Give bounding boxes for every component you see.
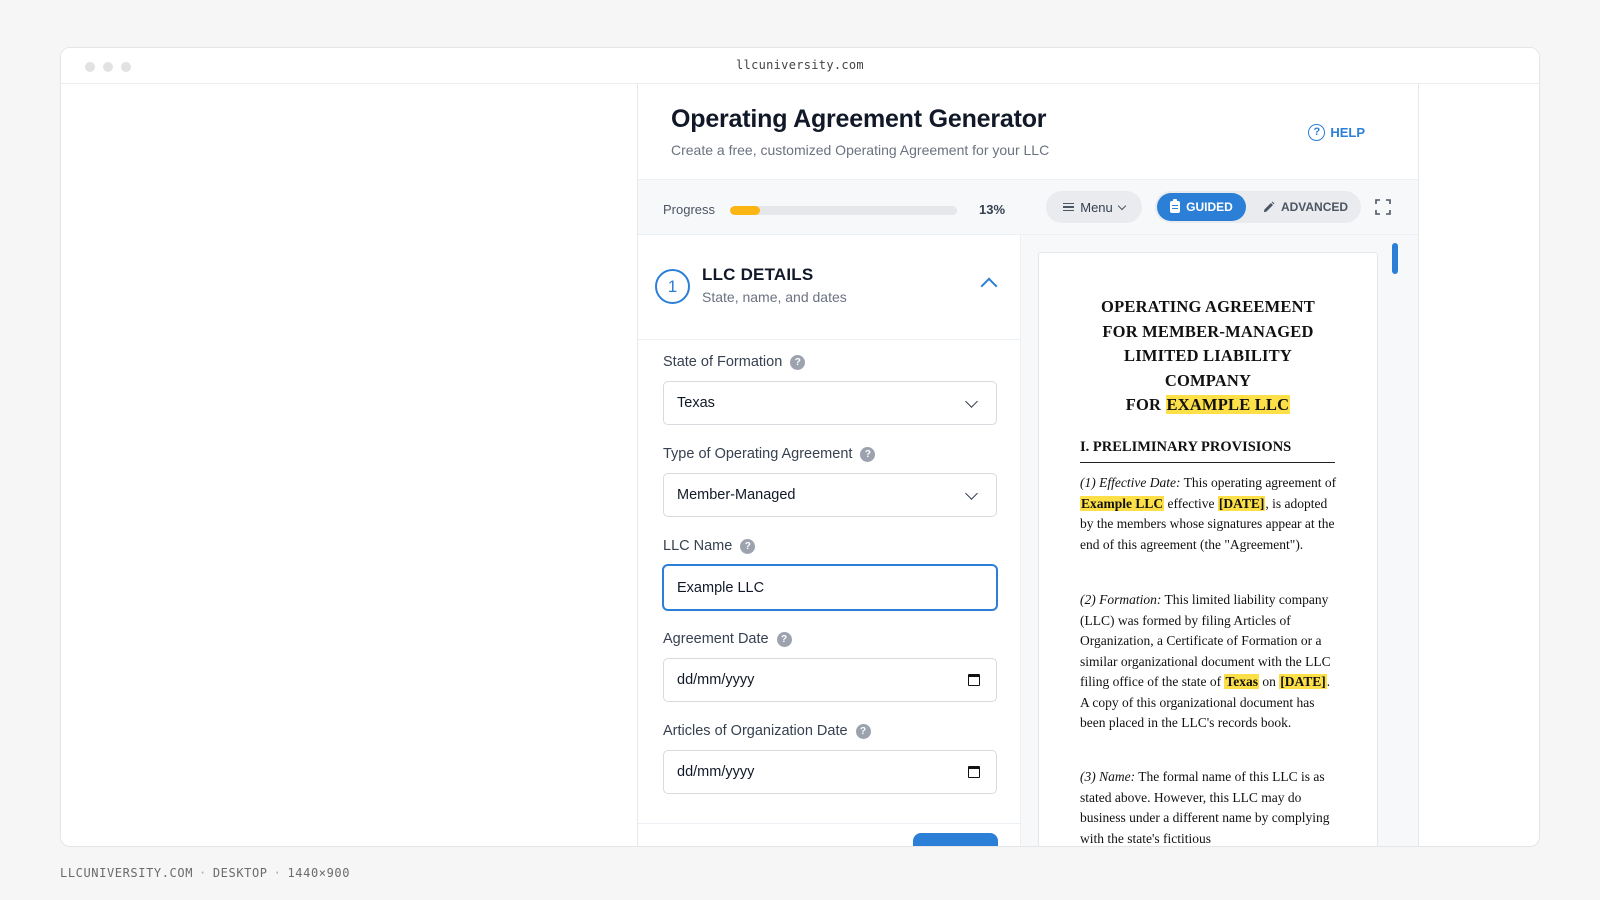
hamburger-icon: [1063, 202, 1075, 212]
agreement-type-select[interactable]: Member-Managed: [663, 473, 997, 517]
paragraph-text: effective: [1164, 495, 1218, 511]
state-select-value: Texas: [677, 395, 715, 411]
mode-guided-label: GUIDED: [1186, 200, 1233, 214]
calendar-icon[interactable]: [968, 674, 980, 686]
section-subtitle: State, name, and dates: [702, 289, 847, 305]
browser-window: llcuniversity.com Operating Agreement Ge…: [60, 47, 1540, 847]
paragraph-text: on: [1258, 674, 1280, 689]
document-title-line: OPERATING AGREEMENT: [1101, 297, 1315, 316]
browser-titlebar: llcuniversity.com: [61, 48, 1539, 84]
form-panel: 1 LLC DETAILS State, name, and dates Sta…: [638, 235, 1021, 846]
llc-name-label-text: LLC Name: [663, 538, 733, 554]
state-select[interactable]: Texas: [663, 381, 997, 425]
highlight-llc-name[interactable]: Example LLC: [1080, 495, 1165, 511]
chevron-up-icon[interactable]: [980, 277, 998, 295]
progress-bar: [730, 206, 957, 215]
help-circle-icon: ?: [1308, 124, 1326, 141]
document-title-line: COMPANY: [1164, 370, 1252, 390]
highlight-date[interactable]: [DATE]: [1279, 674, 1327, 689]
document-paragraph: (1) Effective Date: This operating agree…: [1080, 473, 1338, 555]
page-subtitle: Create a free, customized Operating Agre…: [671, 142, 1050, 158]
menu-button[interactable]: Menu: [1046, 191, 1142, 223]
pencil-icon: [1263, 201, 1275, 212]
section-header[interactable]: 1 LLC DETAILS State, name, and dates: [638, 235, 1020, 340]
question-icon[interactable]: ?: [776, 631, 792, 647]
document-scrollbar[interactable]: [1392, 243, 1398, 274]
chevron-down-icon: [1117, 201, 1127, 210]
toolbar: Progress 13% Menu GUIDED ADVANCED: [638, 180, 1418, 235]
help-label: HELP: [1330, 125, 1365, 140]
step-number: 1: [655, 269, 690, 304]
agreement-type-label: Type of Operating Agreement ?: [663, 446, 876, 462]
calendar-icon[interactable]: [968, 766, 980, 778]
next-button[interactable]: [913, 833, 998, 846]
agreement-type-value: Member-Managed: [677, 487, 796, 503]
progress-bar-fill: [730, 206, 760, 215]
chevron-down-icon: [965, 395, 978, 408]
document-title-line: FOR EXAMPLE LLC: [1039, 393, 1377, 418]
paragraph-text: This operating agreement of: [1180, 475, 1337, 490]
articles-date-label: Articles of Organization Date ?: [663, 723, 871, 739]
paragraph-label: (3) Name:: [1080, 769, 1136, 784]
clipboard-icon: [1170, 199, 1181, 213]
document-heading: I. PRELIMINARY PROVISIONS: [1080, 439, 1335, 463]
fullscreen-icon[interactable]: [1375, 199, 1391, 215]
highlight-state[interactable]: Texas: [1224, 674, 1259, 689]
document-preview: OPERATING AGREEMENT FOR MEMBER-MANAGED L…: [1038, 252, 1378, 846]
question-icon[interactable]: ?: [860, 446, 876, 462]
question-icon[interactable]: ?: [740, 538, 756, 554]
agreement-date-value: dd/mm/yyyy: [677, 672, 755, 688]
caption-device: DESKTOP: [212, 866, 268, 880]
document-paragraph: (3) Name: The formal name of this LLC is…: [1080, 767, 1338, 846]
caption-size: 1440×900: [287, 866, 351, 880]
agreement-date-label-text: Agreement Date: [663, 631, 769, 647]
chevron-down-icon: [965, 487, 978, 500]
mode-toggle: GUIDED ADVANCED: [1155, 191, 1361, 223]
help-button[interactable]: ? HELP: [1308, 124, 1365, 141]
progress-percent: 13%: [979, 202, 1006, 217]
state-label-text: State of Formation: [663, 354, 783, 370]
paragraph-label: (2) Formation:: [1080, 592, 1162, 607]
highlight-date[interactable]: [DATE]: [1217, 495, 1266, 511]
screenshot-caption: LLCUNIVERSITY.COM · DESKTOP · 1440×900: [60, 866, 351, 880]
articles-date-value: dd/mm/yyyy: [677, 764, 755, 780]
mode-guided-button[interactable]: GUIDED: [1157, 193, 1246, 221]
question-icon[interactable]: ?: [790, 354, 806, 370]
llc-name-value: Example LLC: [677, 579, 765, 596]
mode-advanced-label: ADVANCED: [1280, 200, 1349, 214]
paragraph-label: (1) Effective Date:: [1080, 475, 1181, 490]
address-bar-url[interactable]: llcuniversity.com: [61, 58, 1539, 72]
document-title-line: FOR MEMBER-MANAGED: [1102, 321, 1314, 341]
document-preview-area: OPERATING AGREEMENT FOR MEMBER-MANAGED L…: [1021, 235, 1418, 846]
mode-advanced-button[interactable]: ADVANCED: [1251, 193, 1359, 221]
generator-app: Operating Agreement Generator Create a f…: [637, 84, 1419, 846]
document-title-for: FOR: [1125, 395, 1162, 414]
agreement-date-label: Agreement Date ?: [663, 631, 792, 647]
app-header: Operating Agreement Generator Create a f…: [638, 84, 1418, 180]
llc-name-input[interactable]: Example LLC: [662, 564, 998, 611]
divider: [638, 823, 1020, 824]
articles-date-input[interactable]: dd/mm/yyyy: [663, 750, 997, 794]
document-paragraph: (2) Formation: This limited liability co…: [1080, 590, 1338, 734]
progress-label: Progress: [663, 202, 716, 217]
page-title: Operating Agreement Generator: [671, 105, 1047, 133]
caption-site: LLCUNIVERSITY.COM: [60, 866, 194, 880]
highlight-company-name[interactable]: EXAMPLE LLC: [1165, 395, 1291, 414]
menu-label: Menu: [1080, 199, 1113, 215]
articles-date-label-text: Articles of Organization Date: [663, 723, 848, 739]
agreement-type-label-text: Type of Operating Agreement: [663, 446, 853, 462]
section-title: LLC DETAILS: [702, 265, 814, 284]
document-title: OPERATING AGREEMENT FOR MEMBER-MANAGED L…: [1039, 295, 1377, 418]
agreement-date-input[interactable]: dd/mm/yyyy: [663, 658, 997, 702]
state-label: State of Formation ?: [663, 354, 806, 370]
question-icon[interactable]: ?: [855, 723, 871, 739]
llc-name-label: LLC Name ?: [663, 538, 756, 554]
document-title-line: LIMITED LIABILITY: [1124, 346, 1292, 365]
